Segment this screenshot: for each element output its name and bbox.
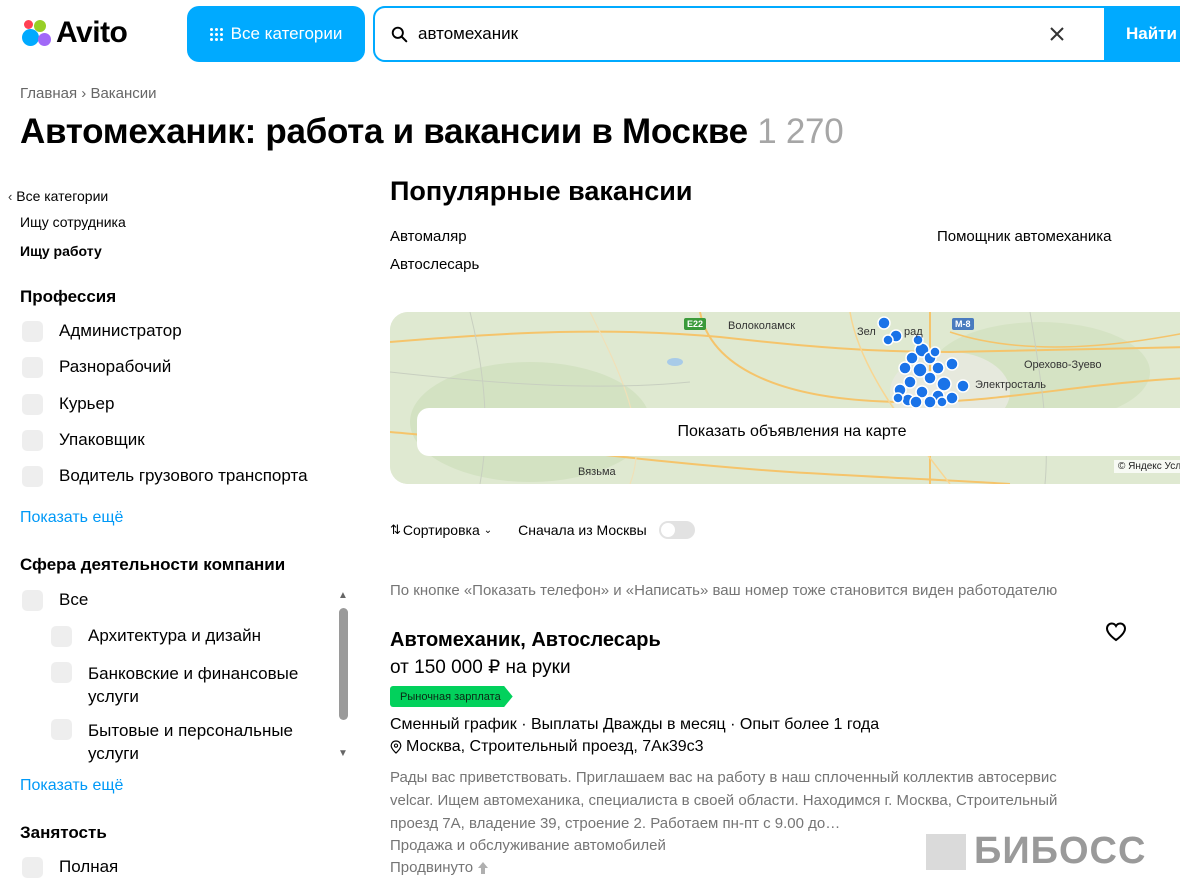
profession-option[interactable]: Администратор (22, 321, 182, 342)
scroll-up-icon[interactable]: ▲ (338, 590, 348, 601)
search-icon (391, 26, 408, 42)
chevron-left-icon: ‹ (8, 189, 13, 204)
page-title: Автомеханик: работа и вакансии в Москве … (20, 112, 844, 151)
breadcrumb: Главная › Вакансии (20, 85, 157, 102)
grid-dots-icon (209, 27, 223, 41)
avito-logo[interactable]: Avito (20, 16, 128, 50)
watermark-text: БИБОСС (974, 830, 1147, 872)
vacancy-salary: от 150 000 ₽ на руки (390, 657, 571, 678)
breadcrumb-separator: › (81, 85, 87, 102)
location-pin-icon (390, 740, 402, 754)
logo-text: Avito (56, 16, 128, 49)
checkbox[interactable] (22, 590, 43, 611)
profession-option[interactable]: Разнорабочий (22, 357, 171, 378)
scroll-thumb[interactable] (339, 608, 348, 720)
sort-control[interactable]: ⇅ Сортировка ⌄ (390, 522, 492, 538)
industry-heading: Сфера деятельности компании (20, 555, 286, 574)
profession-option[interactable]: Курьер (22, 394, 114, 415)
checkbox[interactable] (22, 357, 43, 378)
vacancy-promoted: Продвинуто (390, 859, 489, 876)
link-employer[interactable]: Ищу сотрудника (20, 214, 126, 230)
checkbox[interactable] (22, 394, 43, 415)
map-preview[interactable]: E22 M-8 Волоколамск Зел рад Орехово-Зуев… (390, 312, 1180, 484)
road-badge: E22 (684, 318, 707, 330)
vacancy-params: Сменный график · Выплаты Дважды в месяц … (390, 716, 880, 733)
profession-heading: Профессия (20, 287, 117, 306)
popular-link[interactable]: Автомаляр (390, 228, 467, 245)
popular-title: Популярные вакансии (390, 176, 693, 206)
favorite-heart-icon[interactable] (1104, 620, 1128, 644)
market-salary-badge: Рыночная зарплата (390, 686, 513, 707)
industry-option[interactable]: Архитектура и дизайн (51, 626, 261, 647)
sort-row: ⇅ Сортировка ⌄ Сначала из Москвы (390, 521, 695, 539)
industry-scrollbar[interactable]: ▲ ▼ (336, 590, 350, 765)
checkbox[interactable] (51, 662, 72, 683)
industry-show-more-link[interactable]: Показать ещё (20, 777, 123, 795)
checkbox[interactable] (22, 430, 43, 451)
profession-option[interactable]: Водитель грузового транспорта (22, 466, 308, 487)
vacancy-title-link[interactable]: Автомеханик, Автослесарь (390, 629, 661, 652)
arrow-up-icon (478, 861, 489, 874)
breadcrumb-current[interactable]: Вакансии (90, 85, 156, 102)
find-button[interactable]: Найти (1104, 6, 1180, 62)
employment-heading: Занятость (20, 823, 107, 842)
map-label: рад (904, 326, 923, 338)
profession-show-more-link[interactable]: Показать ещё (20, 509, 123, 527)
popular-link[interactable]: Помощник автомеханика (937, 228, 1111, 245)
all-categories-button[interactable]: Все категории (187, 6, 365, 62)
profession-option[interactable]: Упаковщик (22, 430, 145, 451)
checkbox[interactable] (22, 857, 43, 878)
logo-dots-icon (20, 17, 52, 49)
phone-notice: По кнопке «Показать телефон» и «Написать… (390, 582, 1058, 599)
map-roads (390, 312, 1180, 484)
moscow-first-label: Сначала из Москвы (518, 522, 647, 538)
vacancy-address: Москва, Строительный проезд, 7Ак39с3 (390, 738, 704, 756)
moscow-first-toggle[interactable] (658, 521, 695, 539)
checkbox[interactable] (51, 719, 72, 740)
vacancy-description: Рады вас приветствовать. Приглашаем вас … (390, 769, 1058, 832)
popular-link[interactable]: Автослесарь (390, 256, 479, 273)
link-job-seeker[interactable]: Ищу работу (20, 243, 102, 259)
checkbox[interactable] (51, 626, 72, 647)
all-categories-label: Все категории (230, 24, 343, 43)
industry-option[interactable]: Бытовые и персональные услуги (51, 719, 321, 765)
map-label: Волоколамск (728, 320, 796, 332)
sort-arrows-icon: ⇅ (390, 522, 401, 537)
show-on-map-button[interactable]: Показать объявления на карте (417, 408, 1180, 456)
watermark-logo-icon (926, 833, 966, 870)
watermark: БИБОСС (926, 830, 1146, 873)
industry-option[interactable]: Все (22, 590, 88, 611)
scroll-down-icon[interactable]: ▼ (338, 748, 348, 759)
chevron-down-icon: ⌄ (483, 524, 493, 536)
breadcrumb-home[interactable]: Главная (20, 85, 77, 102)
back-all-categories-link[interactable]: ‹ Все категории (8, 188, 108, 204)
map-label: Орехово-Зуево (1024, 359, 1102, 371)
clear-search-icon[interactable] (1037, 14, 1077, 54)
map-label: Зел (857, 326, 876, 338)
road-badge: M-8 (952, 318, 974, 330)
employment-option[interactable]: Полная (22, 857, 118, 878)
search-box (373, 6, 1133, 62)
result-count: 1 270 (757, 112, 844, 151)
industry-option[interactable]: Банковские и финансовые услуги (51, 662, 321, 708)
map-label: Вязьма (578, 466, 616, 478)
vacancy-category: Продажа и обслуживание автомобилей (390, 837, 666, 854)
map-copyright: © Яндекс Усл (1114, 460, 1180, 473)
checkbox[interactable] (22, 321, 43, 342)
search-input[interactable] (418, 24, 1037, 44)
checkbox[interactable] (22, 466, 43, 487)
map-label: Электросталь (975, 379, 1046, 391)
